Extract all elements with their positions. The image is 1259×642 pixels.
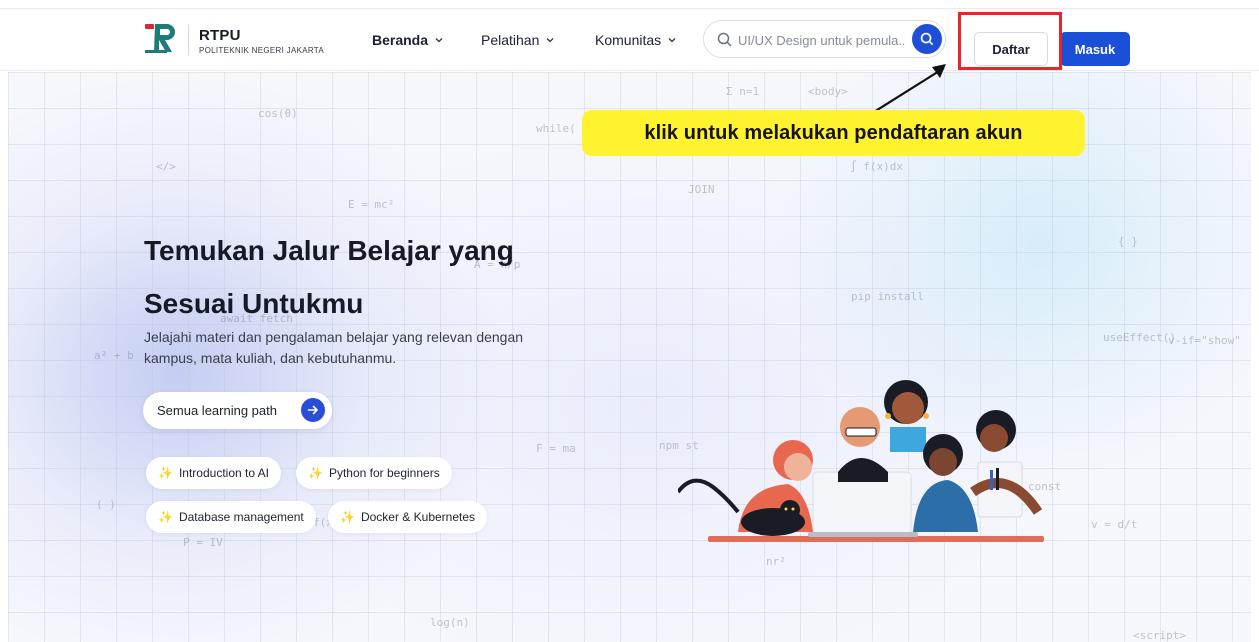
sparkle-icon: ✨ [308, 466, 323, 480]
logo-divider [188, 25, 189, 55]
doodle: useEffect() [1103, 331, 1176, 344]
masuk-button[interactable]: Masuk [1060, 32, 1130, 66]
chip-introduction-to-ai[interactable]: ✨ Introduction to AI [146, 457, 282, 489]
search-icon [717, 32, 732, 47]
chip-label: Docker & Kubernetes [360, 510, 476, 524]
sparkle-icon: ✨ [340, 510, 355, 524]
annotation-highlight-box [958, 12, 1062, 70]
students-illustration [678, 380, 1044, 542]
chip-python-for-beginners[interactable]: ✨ Python for beginners [296, 457, 452, 489]
rtpu-logo[interactable] [143, 20, 177, 58]
doodle: { } [1118, 235, 1138, 248]
sparkle-icon: ✨ [158, 466, 173, 480]
hero-section: cos(θ) </> E = mc² A = h/p await fetch a… [8, 72, 1251, 642]
chevron-down-icon [668, 38, 676, 43]
doodle: ∫ f(x)dx [850, 160, 903, 173]
doodle: JOIN [688, 183, 715, 196]
doodle: </> [156, 160, 176, 173]
doodle: while( [536, 122, 576, 135]
nav-komunitas[interactable]: Komunitas [595, 32, 676, 48]
doodle: F = ma [536, 442, 576, 455]
all-learning-path-label: Semua learning path [157, 403, 277, 418]
chip-docker-kubernetes[interactable]: ✨ Docker & Kubernetes [328, 501, 488, 533]
doodle: <body> [808, 85, 848, 98]
brand-subtitle: POLITEKNIK NEGERI JAKARTA [199, 46, 325, 55]
doodle: ( ) [96, 498, 116, 511]
doodle: E = mc² [348, 198, 395, 211]
doodle: v-if="show" [1168, 334, 1241, 347]
search-input[interactable] [738, 30, 904, 50]
nav-pelatihan[interactable]: Pelatihan [481, 32, 554, 48]
doodle: P = IV [183, 536, 223, 549]
hero-title: Temukan Jalur Belajar yang Sesuai Untukm… [144, 224, 564, 330]
doodle: <script> [1133, 629, 1186, 642]
brand-name: RTPU [199, 27, 241, 44]
hero-description: Jelajahi materi dan pengalaman belajar y… [144, 329, 524, 366]
chip-database-management[interactable]: ✨ Database management [146, 501, 316, 533]
doodle: cos(θ) [258, 107, 298, 120]
nav-beranda-label: Beranda [372, 32, 429, 48]
doodle: nr² [766, 555, 786, 568]
doodle: pip install [851, 290, 924, 303]
doodle: Σ n=1 [726, 85, 760, 98]
chevron-down-icon [435, 38, 443, 43]
all-learning-path-button[interactable]: Semua learning path [143, 392, 332, 429]
arrow-right-icon [301, 398, 325, 422]
nav-komunitas-label: Komunitas [595, 32, 662, 48]
chip-label: Introduction to AI [178, 466, 270, 480]
search-icon [920, 32, 934, 46]
navbar: RTPU POLITEKNIK NEGERI JAKARTA Beranda P… [0, 9, 1259, 71]
hero-title-line2: Sesuai Untukmu [144, 288, 364, 319]
sparkle-icon: ✨ [158, 510, 173, 524]
search-button[interactable] [912, 24, 942, 54]
doodle: v = d/t [1091, 518, 1138, 531]
hero-title-line1: Temukan Jalur Belajar yang [144, 235, 514, 266]
doodle: a² + b [94, 349, 134, 362]
nav-pelatihan-label: Pelatihan [481, 32, 540, 48]
nav-beranda[interactable]: Beranda [372, 32, 443, 48]
doodle: log(n) [430, 616, 470, 629]
chip-label: Python for beginners [328, 466, 440, 480]
chip-label: Database management [178, 510, 304, 524]
chevron-down-icon [546, 38, 554, 43]
annotation-callout: klik untuk melakukan pendaftaran akun [582, 110, 1085, 156]
search-bar [703, 20, 946, 58]
